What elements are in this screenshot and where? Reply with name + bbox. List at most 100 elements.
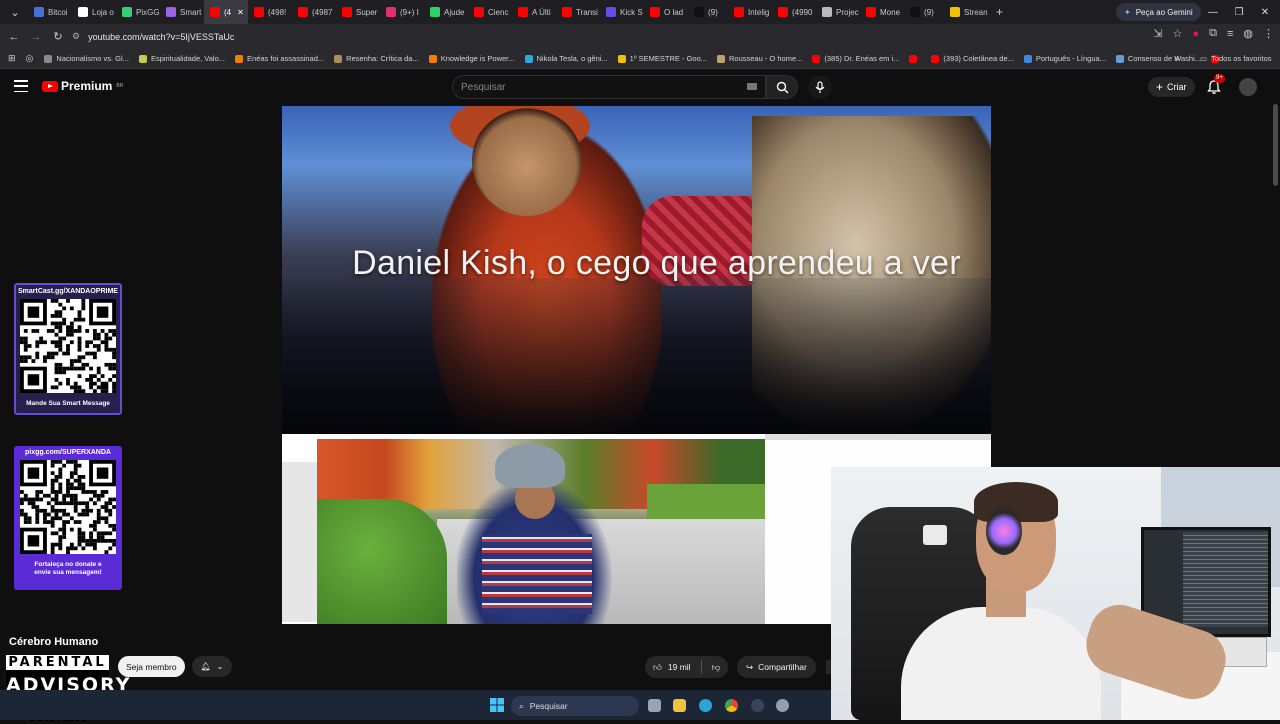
gemini-button[interactable]: ✦ Peça ao Gemini: [1116, 3, 1201, 21]
reload-icon[interactable]: ↻: [48, 27, 68, 47]
windows-start-icon[interactable]: [490, 698, 504, 712]
bookmark-item[interactable]: Enéas foi assassinad...: [230, 54, 329, 63]
search-input[interactable]: Pesquisar: [452, 75, 766, 99]
extensions-puzzle-icon[interactable]: ⧉: [1209, 27, 1217, 40]
browser-menu-icon[interactable]: ⋮: [1263, 27, 1274, 40]
subscribed-notifications-button[interactable]: 🔔︎ ⌄: [192, 656, 232, 677]
browser-tab[interactable]: PixGG: [116, 0, 160, 24]
hamburger-menu-icon[interactable]: [14, 80, 28, 92]
bookmark-item[interactable]: Nacionalismo vs. Gl...: [39, 54, 134, 63]
tab-label: Strean: [964, 7, 988, 17]
page-scrollbar[interactable]: [1273, 104, 1278, 186]
close-window-button[interactable]: ✕: [1252, 0, 1278, 24]
chrome-taskbar-icon[interactable]: [725, 699, 738, 712]
channel-name[interactable]: Cérebro Humano: [9, 636, 98, 648]
bookmark-star-icon[interactable]: ☆: [1173, 27, 1183, 40]
bookmark-item[interactable]: Rousseau - O home...: [712, 54, 807, 63]
voice-search-button[interactable]: [808, 75, 832, 99]
browser-tab[interactable]: Mone: [860, 0, 904, 24]
bookmark-label: Nacionalismo vs. Gl...: [56, 54, 129, 63]
browser-tab[interactable]: (498!: [248, 0, 292, 24]
tab-favicon-icon: [298, 7, 308, 17]
bookmark-item[interactable]: (393) Coletânea de...: [926, 54, 1018, 63]
tab-favicon-icon: [78, 7, 88, 17]
bookmark-item[interactable]: [904, 54, 926, 63]
tab-label: (4990: [792, 7, 813, 17]
bookmark-item[interactable]: Espiritualidade, Valo...: [134, 54, 230, 63]
browser-tab[interactable]: Super: [336, 0, 380, 24]
browser-tab[interactable]: Loja o: [72, 0, 116, 24]
video-player[interactable]: Daniel Kish, o cego que aprendeu a ver: [282, 106, 991, 438]
browser-tab[interactable]: Strean: [944, 0, 988, 24]
bookmark-item[interactable]: Português - Língua...: [1019, 54, 1111, 63]
profile-avatar-icon[interactable]: ◍: [1243, 27, 1253, 40]
close-tab-icon[interactable]: ✕: [237, 8, 244, 17]
bookmark-item[interactable]: Consenso de Washi...: [1111, 54, 1206, 63]
minimize-button[interactable]: —: [1200, 0, 1226, 24]
search-button[interactable]: [766, 75, 798, 99]
bookmark-label: (385) Dr. Enéas em i...: [824, 54, 900, 63]
bookmark-favicon-icon: [334, 54, 343, 63]
browser-tab[interactable]: (4990: [772, 0, 816, 24]
bookmark-favicon-icon: [1023, 54, 1032, 63]
browser-tab[interactable]: O lad: [644, 0, 688, 24]
youtube-premium-logo[interactable]: Premium BR: [42, 79, 123, 93]
bookmark-item[interactable]: (385) Dr. Enéas em i...: [807, 54, 904, 63]
tab-label: (4987: [312, 7, 333, 17]
install-icon[interactable]: ⇲: [1153, 27, 1162, 40]
browser-tab[interactable]: Cienc: [468, 0, 512, 24]
bookmark-item[interactable]: Nikola Tesla, o gêni...: [520, 54, 613, 63]
browser-tab[interactable]: Intelig: [728, 0, 772, 24]
browser-tab[interactable]: (4 ✕: [204, 0, 248, 24]
like-count[interactable]: 19 mil: [668, 662, 691, 672]
bookmark-item[interactable]: 1º SEMESTRE - Goo...: [613, 54, 712, 63]
tab-search-icon[interactable]: ⌄: [6, 2, 24, 22]
frame-margin-left: [282, 462, 318, 622]
browser-tab[interactable]: (9+) I: [380, 0, 424, 24]
browser-tab[interactable]: Projec: [816, 0, 860, 24]
tab-favicon-icon: [950, 7, 960, 17]
bookmark-item[interactable]: Resenha: Crítica da...: [329, 54, 424, 63]
chrome-icon[interactable]: ◎: [26, 53, 34, 64]
edge-icon[interactable]: [699, 699, 712, 712]
back-icon[interactable]: ←: [4, 27, 24, 47]
tab-label: Intelig: [748, 7, 770, 17]
apps-grid-icon[interactable]: ⊞: [8, 53, 16, 64]
browser-tab[interactable]: (9): [688, 0, 728, 24]
app-taskbar-icon[interactable]: [751, 699, 764, 712]
thumbs-down-icon[interactable]: 👎︎: [712, 662, 721, 673]
media-controls-icon[interactable]: ≡: [1227, 28, 1233, 40]
maximize-button[interactable]: ❐: [1226, 0, 1252, 24]
share-label: Compartilhar: [758, 662, 807, 672]
browser-tab[interactable]: Ajude: [424, 0, 468, 24]
smartcast-url: SmartCast.gg/XANDAOPRIME: [18, 288, 118, 295]
file-explorer-icon[interactable]: [673, 699, 686, 712]
browser-tab[interactable]: A Últi: [512, 0, 556, 24]
account-avatar[interactable]: [1239, 78, 1257, 96]
all-bookmarks[interactable]: ▭ Todos os favoritos: [1200, 54, 1272, 63]
browser-tab[interactable]: Kick S: [600, 0, 644, 24]
taskbar-search[interactable]: ⌕ Pesquisar: [511, 696, 639, 716]
share-button[interactable]: ↪ Compartilhar: [737, 656, 816, 678]
site-info-icon[interactable]: ⚙: [72, 31, 80, 42]
like-divider: [700, 660, 702, 674]
new-tab-button[interactable]: +: [996, 5, 1003, 19]
bookmark-item[interactable]: Knowledge is Power...: [424, 54, 520, 63]
browser-tab[interactable]: (4987: [292, 0, 336, 24]
tab-label: (4: [224, 7, 232, 17]
browser-tab[interactable]: Smart: [160, 0, 204, 24]
keyboard-icon[interactable]: [747, 83, 757, 90]
create-button[interactable]: + Criar: [1148, 77, 1195, 97]
streamer-webcam: [831, 467, 1280, 720]
bookmarks-more[interactable]: »: [1174, 53, 1180, 64]
browser-tab[interactable]: Transi: [556, 0, 600, 24]
browser-tab[interactable]: (9): [904, 0, 944, 24]
forward-icon[interactable]: →: [26, 27, 46, 47]
url-field[interactable]: ⚙ youtube.com/watch?v=5IjVESSTaUc: [72, 27, 1172, 46]
extension-icon[interactable]: ●: [1192, 28, 1199, 40]
thumbs-up-icon[interactable]: 👍︎: [653, 662, 662, 673]
bookmark-favicon-icon: [428, 54, 437, 63]
task-view-icon[interactable]: [648, 699, 661, 712]
browser-tab[interactable]: Bitcoi: [28, 0, 72, 24]
settings-gear-icon[interactable]: [776, 699, 789, 712]
